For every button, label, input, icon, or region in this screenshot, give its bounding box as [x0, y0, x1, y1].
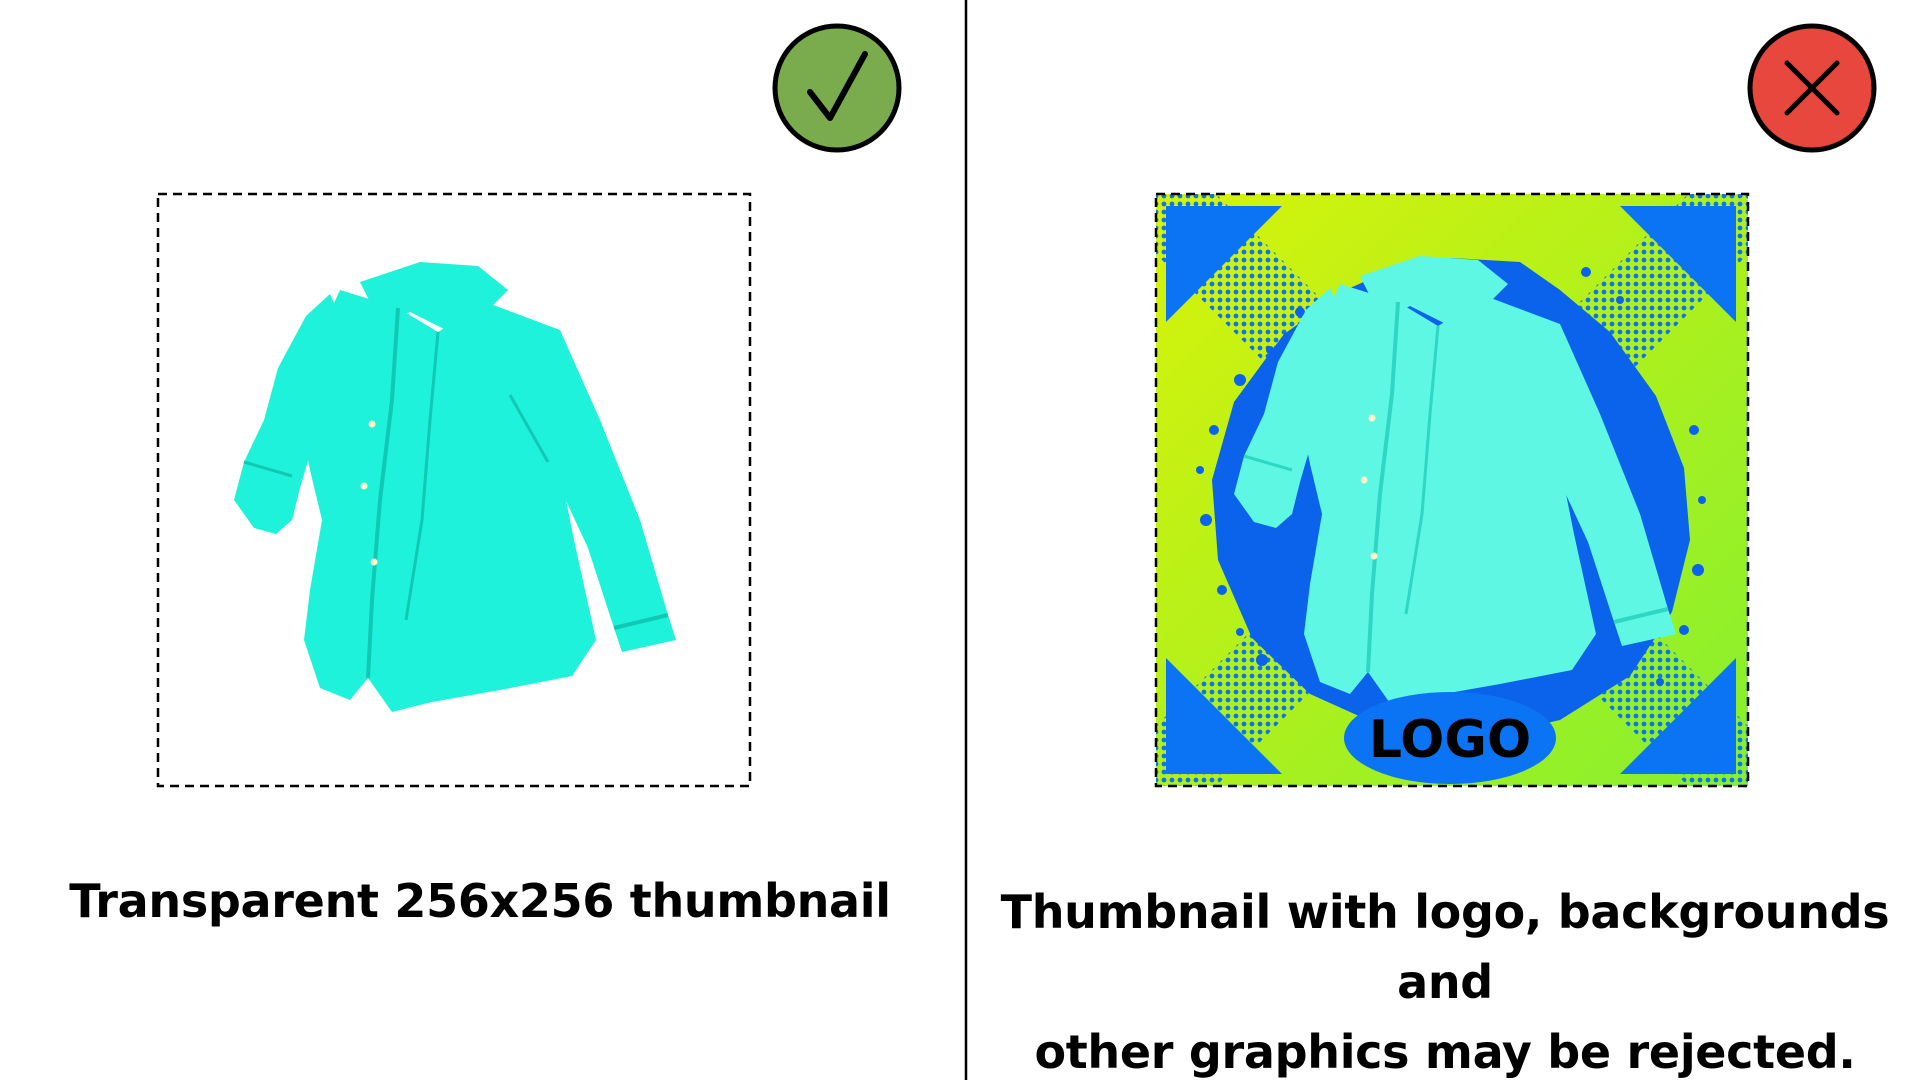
logo-text: LOGO [1369, 710, 1531, 770]
shirt-image-transparent [234, 262, 676, 712]
accept-badge [772, 23, 902, 153]
reject-badge [1747, 23, 1877, 153]
bad-example-caption-line-1: Thumbnail with logo, backgrounds and [1000, 885, 1890, 1009]
bad-example-caption-line-2: other graphics may be rejected. [1034, 1025, 1856, 1079]
good-example-caption: Transparent 256x256 thumbnail [69, 874, 891, 928]
good-example-panel [156, 23, 902, 788]
thumbnail-with-background: LOGO [1156, 194, 1748, 786]
logo-badge: LOGO [1344, 692, 1556, 784]
bad-example-panel: LOGO [1154, 23, 1877, 788]
bad-example-caption: Thumbnail with logo, backgrounds and oth… [985, 877, 1905, 1087]
